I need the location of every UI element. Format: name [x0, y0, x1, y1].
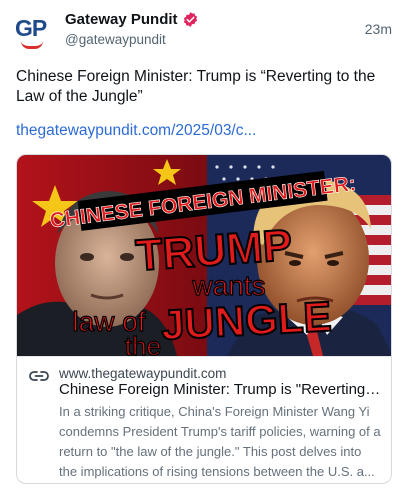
author-handle[interactable]: @gatewaypundit [65, 32, 166, 47]
link-preview-card[interactable]: CHINESE FOREIGN MINISTER: TRUMP wants la… [16, 154, 392, 484]
post-timestamp[interactable]: 23m [365, 21, 392, 37]
verified-badge-icon [183, 12, 197, 27]
card-image-graphic: CHINESE FOREIGN MINISTER: TRUMP wants la… [17, 155, 391, 356]
card-description: In a striking critique, China's Foreign … [59, 404, 381, 479]
post-link[interactable]: thegatewaypundit.com/2025/03/c... [16, 122, 256, 140]
post-text: Chinese Foreign Minister: Trump is “Reve… [16, 68, 376, 105]
headline-jungle: JUNGLE [160, 293, 333, 349]
card-title[interactable]: Chinese Foreign Minister: Trump is "Reve… [59, 381, 381, 398]
card-image[interactable]: CHINESE FOREIGN MINISTER: TRUMP wants la… [17, 155, 391, 356]
card-meta[interactable]: www.thegatewaypundit.com Chinese Foreign… [17, 356, 391, 483]
feed-post[interactable]: GP Gateway Pundit @gatewaypundit 23m Chi… [0, 0, 408, 500]
avatar-swoosh [21, 41, 43, 49]
link-icon [29, 371, 49, 381]
author-name-label: Gateway Pundit [65, 11, 178, 28]
headline-the: the [125, 331, 161, 356]
avatar-logo-text: GP [15, 15, 47, 41]
author-name[interactable]: Gateway Pundit [65, 11, 199, 28]
avatar[interactable]: GP [15, 12, 53, 50]
card-domain: www.thegatewaypundit.com [59, 366, 227, 381]
